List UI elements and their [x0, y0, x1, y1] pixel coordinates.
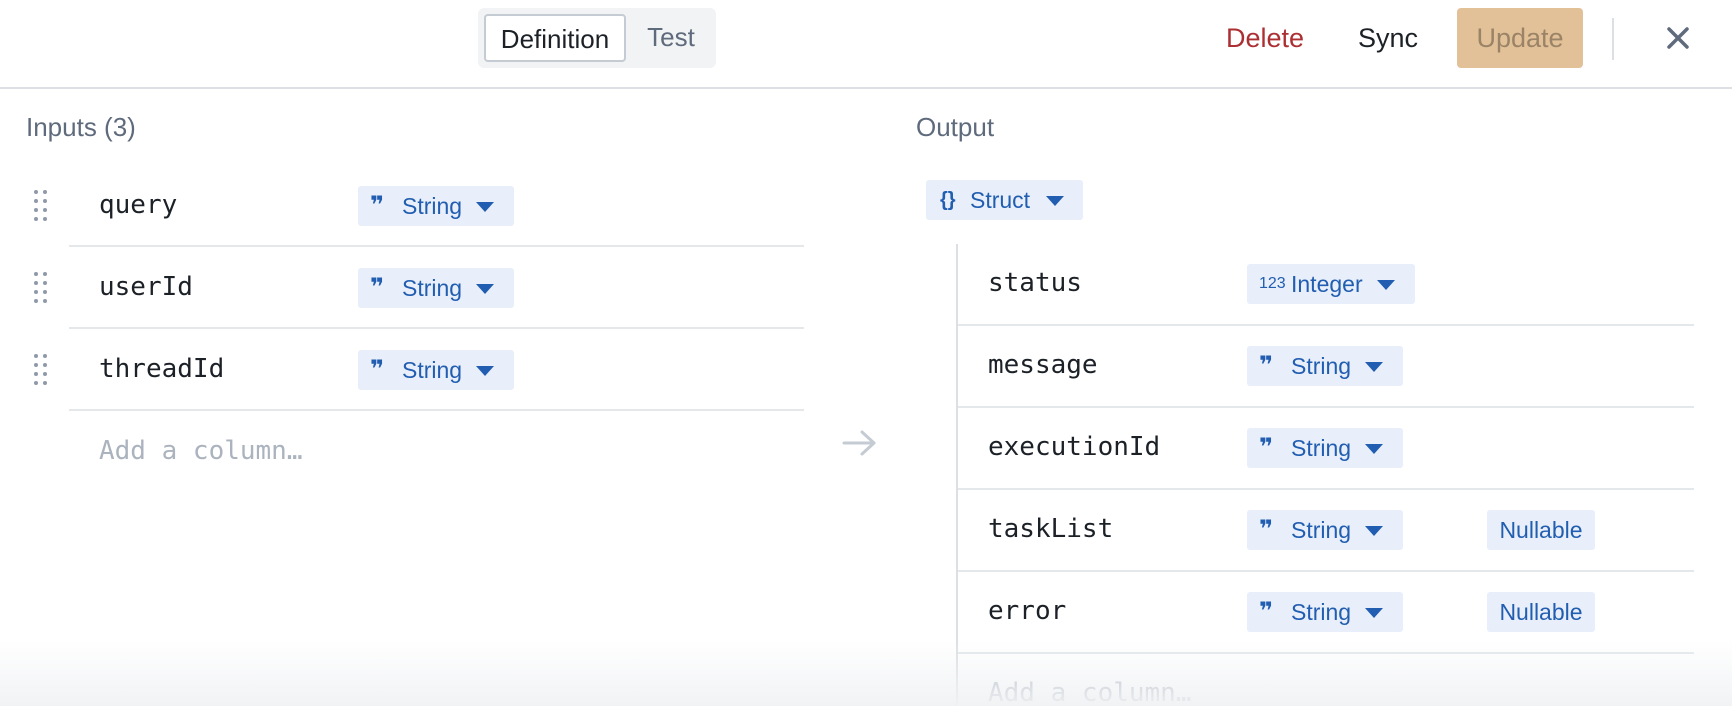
row-divider	[69, 409, 804, 411]
drag-handle-icon[interactable]	[34, 272, 50, 304]
chevron-down-icon	[1365, 444, 1383, 454]
output-type-select[interactable]: ❞ String	[1247, 510, 1403, 550]
add-output-column[interactable]: Add a column…	[988, 678, 1192, 706]
chevron-down-icon	[1377, 280, 1395, 290]
quote-icon: ❞	[1259, 352, 1274, 379]
output-type-select[interactable]: 123 Integer	[1247, 264, 1415, 304]
nullable-badge[interactable]: Nullable	[1487, 592, 1595, 632]
quote-icon: ❞	[1259, 434, 1274, 461]
output-field-name[interactable]: status	[988, 268, 1082, 298]
sync-button[interactable]: Sync	[1350, 12, 1426, 64]
quote-icon: ❞	[370, 356, 385, 383]
delete-button[interactable]: Delete	[1212, 12, 1318, 64]
row-divider	[958, 488, 1694, 490]
output-type-select[interactable]: ❞ String	[1247, 428, 1403, 468]
output-field-name[interactable]: message	[988, 350, 1098, 380]
tab-definition[interactable]: Definition	[484, 14, 626, 62]
numeric-icon: 123	[1259, 275, 1286, 292]
output-field-name[interactable]: taskList	[988, 514, 1113, 544]
quote-icon: ❞	[1259, 516, 1274, 543]
chevron-down-icon	[1046, 196, 1064, 206]
drag-handle-icon[interactable]	[34, 190, 50, 222]
output-title: Output	[916, 112, 995, 142]
header-bar: Definition Test Delete Sync Update	[0, 0, 1732, 89]
input-column-name[interactable]: threadId	[99, 354, 224, 384]
arrow-right-icon	[842, 428, 878, 458]
output-type-select[interactable]: {} Struct	[926, 180, 1083, 220]
chevron-down-icon	[1365, 362, 1383, 372]
inputs-title: Inputs (3)	[26, 112, 136, 142]
chevron-down-icon	[476, 366, 494, 376]
add-input-column[interactable]: Add a column…	[99, 436, 303, 466]
input-type-select[interactable]: ❞ String	[358, 186, 514, 226]
row-divider	[69, 245, 804, 247]
row-divider	[958, 570, 1694, 572]
view-switcher: Definition Test	[478, 8, 716, 68]
close-icon[interactable]	[1656, 16, 1700, 60]
output-type-select[interactable]: ❞ String	[1247, 346, 1403, 386]
bottom-fade-overlay	[0, 640, 1732, 706]
input-column-name[interactable]: query	[99, 190, 177, 220]
tab-test[interactable]: Test	[630, 14, 712, 62]
quote-icon: ❞	[370, 274, 385, 301]
output-field-name[interactable]: error	[988, 596, 1066, 626]
output-type-select[interactable]: ❞ String	[1247, 592, 1403, 632]
nullable-badge[interactable]: Nullable	[1487, 510, 1595, 550]
header-divider	[1612, 18, 1614, 60]
row-divider	[69, 327, 804, 329]
chevron-down-icon	[1365, 608, 1383, 618]
quote-icon: ❞	[1259, 598, 1274, 625]
chevron-down-icon	[476, 284, 494, 294]
struct-guide-line	[956, 244, 958, 706]
output-field-name[interactable]: executionId	[988, 432, 1160, 462]
braces-icon: {}	[940, 189, 956, 211]
quote-icon: ❞	[370, 192, 385, 219]
chevron-down-icon	[1365, 526, 1383, 536]
row-divider	[958, 324, 1694, 326]
input-column-name[interactable]: userId	[99, 272, 193, 302]
input-type-select[interactable]: ❞ String	[358, 350, 514, 390]
update-button[interactable]: Update	[1457, 8, 1583, 68]
row-divider	[958, 406, 1694, 408]
row-divider	[958, 652, 1694, 654]
chevron-down-icon	[476, 202, 494, 212]
input-type-select[interactable]: ❞ String	[358, 268, 514, 308]
drag-handle-icon[interactable]	[34, 354, 50, 386]
